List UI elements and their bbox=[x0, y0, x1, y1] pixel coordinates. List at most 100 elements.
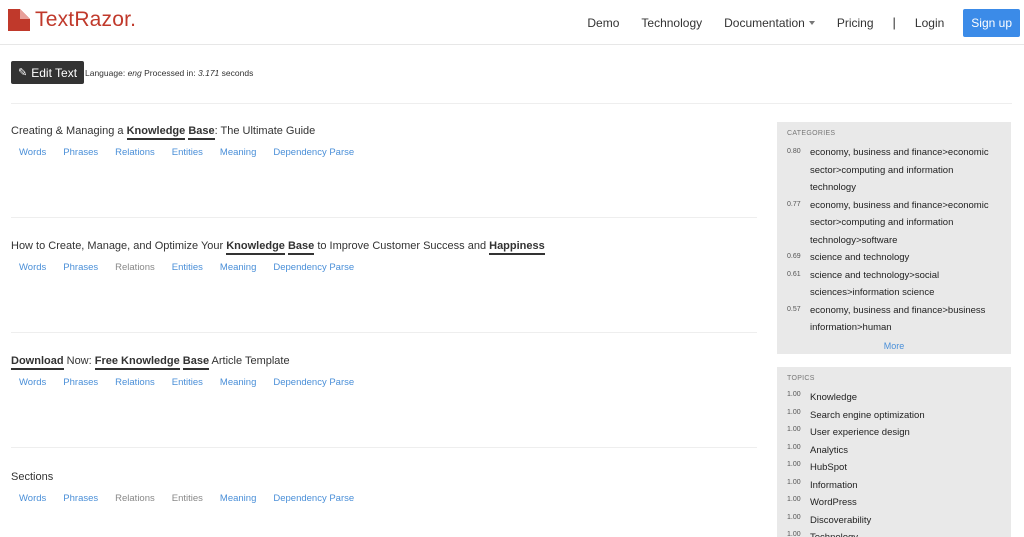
categories-panel: CATEGORIES 0.80 economy, business and fi… bbox=[777, 122, 1011, 354]
topic-score: 1.00 bbox=[787, 426, 801, 433]
sentence-fragment: Article Template bbox=[209, 355, 290, 367]
sentence-fragment: Now: bbox=[63, 355, 95, 367]
tab-phrases[interactable]: Phrases bbox=[63, 377, 98, 388]
tab-phrases[interactable]: Phrases bbox=[63, 147, 98, 158]
analysis-tabs: Words Phrases Relations Entities Meaning… bbox=[19, 377, 371, 388]
entity-mention[interactable]: Base bbox=[188, 125, 215, 140]
tab-words[interactable]: Words bbox=[19, 262, 46, 273]
topic-row[interactable]: 1.00 Knowledge bbox=[787, 389, 1001, 407]
category-row[interactable]: 0.57 economy, business and finance>busin… bbox=[787, 302, 1001, 331]
category-row[interactable]: 0.77 economy, business and finance>econo… bbox=[787, 197, 1001, 250]
category-score: 0.61 bbox=[787, 270, 801, 278]
nav-pricing[interactable]: Pricing bbox=[837, 16, 874, 30]
tab-entities[interactable]: Entities bbox=[172, 493, 203, 504]
tab-meaning[interactable]: Meaning bbox=[220, 493, 256, 504]
tab-relations[interactable]: Relations bbox=[115, 147, 155, 158]
entity-mention[interactable]: Base bbox=[182, 355, 210, 370]
topic-label: HubSpot bbox=[810, 462, 847, 473]
topic-row[interactable]: 1.00 Search engine optimization bbox=[787, 407, 1001, 425]
brand-logo[interactable]: TextRazor. bbox=[8, 8, 136, 32]
topic-row[interactable]: 1.00 HubSpot bbox=[787, 459, 1001, 477]
category-row[interactable]: 0.61 science and technology>social scien… bbox=[787, 267, 1001, 302]
more-categories-link[interactable]: More bbox=[777, 341, 1011, 351]
nav-technology[interactable]: Technology bbox=[641, 16, 702, 30]
tab-dependency-parse[interactable]: Dependency Parse bbox=[273, 493, 354, 504]
analysis-tabs: Words Phrases Relations Entities Meaning… bbox=[19, 493, 371, 504]
sentence-block: Sections Words Phrases Relations Entitie… bbox=[11, 471, 757, 531]
topic-score: 1.00 bbox=[787, 496, 801, 503]
category-row[interactable]: 0.69 science and technology bbox=[787, 249, 1001, 267]
brand-name: TextRazor. bbox=[35, 8, 137, 31]
tab-words[interactable]: Words bbox=[19, 147, 46, 158]
chevron-down-icon bbox=[808, 21, 815, 26]
categories-title: CATEGORIES bbox=[787, 130, 836, 137]
entity-mention[interactable]: Free Knowledge bbox=[94, 355, 180, 370]
entity-mention[interactable]: Knowledge bbox=[226, 240, 285, 255]
tab-meaning[interactable]: Meaning bbox=[220, 147, 256, 158]
tab-entities[interactable]: Entities bbox=[172, 147, 203, 158]
topic-row[interactable]: 1.00 User experience design bbox=[787, 424, 1001, 442]
category-score: 0.57 bbox=[787, 305, 801, 313]
processed-time: 3.171 bbox=[198, 68, 220, 78]
topic-row[interactable]: 1.00 Discoverability bbox=[787, 512, 1001, 530]
sentence-fragment: : The Ultimate Guide bbox=[214, 125, 316, 137]
topic-row[interactable]: 1.00 Analytics bbox=[787, 442, 1001, 460]
topic-score: 1.00 bbox=[787, 478, 801, 486]
topic-label: User experience design bbox=[810, 427, 910, 438]
divider bbox=[11, 447, 757, 448]
entity-mention[interactable]: Base bbox=[287, 240, 315, 255]
tab-words[interactable]: Words bbox=[19, 493, 46, 504]
tab-meaning[interactable]: Meaning bbox=[220, 262, 256, 273]
sentence-block: Creating & Managing a Knowledge Base: Th… bbox=[11, 125, 757, 240]
edit-text-button[interactable]: ✎ Edit Text bbox=[11, 61, 85, 84]
tab-phrases[interactable]: Phrases bbox=[63, 493, 98, 504]
topic-score: 1.00 bbox=[787, 513, 801, 521]
processed-prefix: Processed in: bbox=[144, 68, 196, 78]
sentence-text: Sections bbox=[11, 471, 757, 483]
tab-words[interactable]: Words bbox=[19, 377, 46, 388]
entity-mention[interactable]: Download bbox=[11, 355, 64, 370]
tab-relations[interactable]: Relations bbox=[115, 262, 155, 273]
sentence-fragment: Creating & Managing a bbox=[11, 125, 127, 137]
nav-demo[interactable]: Demo bbox=[587, 16, 619, 30]
topic-row[interactable]: 1.00 Technology bbox=[787, 529, 1001, 537]
category-score: 0.69 bbox=[787, 253, 801, 260]
entity-mention[interactable]: Happiness bbox=[489, 240, 545, 255]
signup-button[interactable]: Sign up bbox=[963, 8, 1020, 37]
pencil-icon: ✎ bbox=[18, 67, 28, 79]
entity-mention[interactable]: Knowledge bbox=[126, 125, 186, 140]
sentence-fragment: How to Create, Manage, and Optimize Your bbox=[11, 240, 227, 252]
tab-relations[interactable]: Relations bbox=[115, 377, 155, 388]
topic-score: 1.00 bbox=[787, 531, 801, 537]
category-score: 0.77 bbox=[787, 200, 801, 208]
analysis-tabs: Words Phrases Relations Entities Meaning… bbox=[19, 262, 371, 273]
textrazor-logo-icon bbox=[8, 9, 30, 31]
nav-separator: | bbox=[892, 15, 896, 30]
language-prefix: Language: bbox=[85, 68, 126, 78]
tab-relations[interactable]: Relations bbox=[115, 493, 155, 504]
topic-row[interactable]: 1.00 WordPress bbox=[787, 494, 1001, 512]
category-row[interactable]: 0.80 economy, business and finance>econo… bbox=[787, 144, 1001, 197]
topic-label: Technology bbox=[810, 529, 858, 537]
topic-score: 1.00 bbox=[787, 391, 801, 398]
tab-dependency-parse[interactable]: Dependency Parse bbox=[273, 377, 354, 388]
topic-row[interactable]: 1.00 Information bbox=[787, 477, 1001, 495]
topic-label: Search engine optimization bbox=[810, 409, 925, 421]
topic-label: Knowledge bbox=[810, 392, 858, 403]
topic-label: WordPress bbox=[810, 497, 857, 508]
tab-entities[interactable]: Entities bbox=[172, 377, 203, 388]
tab-dependency-parse[interactable]: Dependency Parse bbox=[273, 262, 354, 273]
nav-documentation[interactable]: Documentation bbox=[724, 16, 815, 30]
topic-score: 1.00 bbox=[787, 408, 801, 416]
tab-dependency-parse[interactable]: Dependency Parse bbox=[273, 147, 354, 158]
topics-title: TOPICS bbox=[787, 375, 815, 382]
sentence-fragment: to Improve Customer Success and bbox=[314, 240, 490, 252]
sentence-block: How to Create, Manage, and Optimize Your… bbox=[11, 240, 757, 355]
tab-meaning[interactable]: Meaning bbox=[220, 377, 256, 388]
divider bbox=[11, 103, 1012, 104]
tab-phrases[interactable]: Phrases bbox=[63, 262, 98, 273]
topic-score: 1.00 bbox=[787, 461, 801, 468]
tab-entities[interactable]: Entities bbox=[172, 262, 203, 273]
nav-login[interactable]: Login bbox=[915, 16, 944, 30]
category-label: economy, business and finance>economic s… bbox=[810, 199, 989, 246]
